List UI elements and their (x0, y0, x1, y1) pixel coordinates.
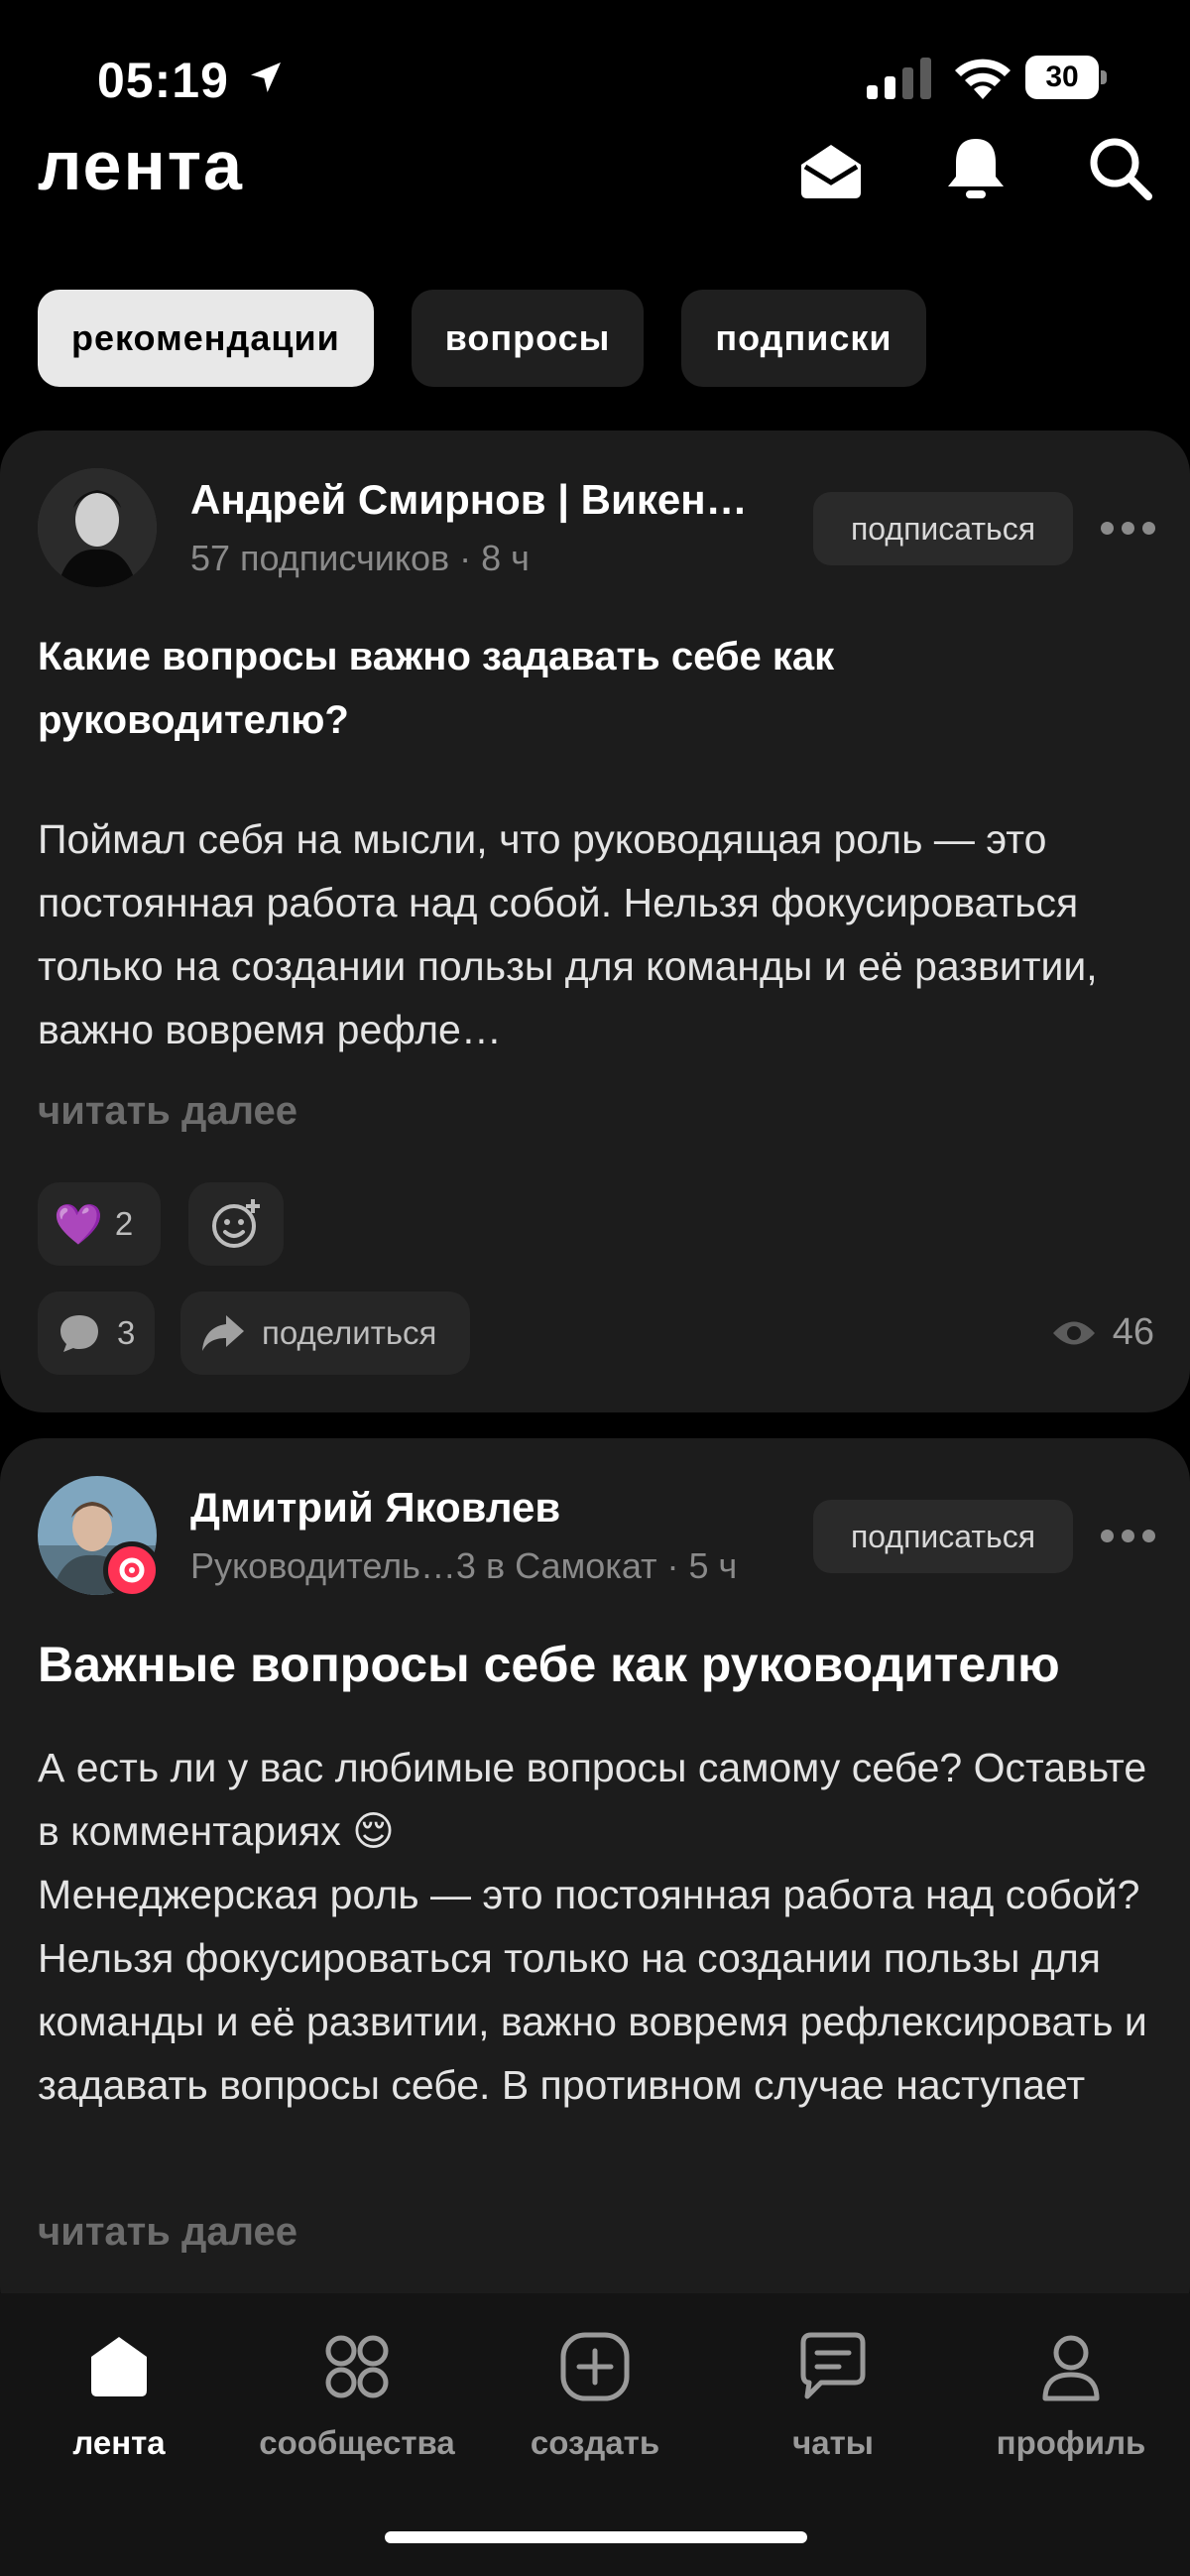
more-icon[interactable] (1101, 1527, 1156, 1546)
post-author[interactable]: Дмитрий Яковлев (190, 1484, 560, 1532)
comments-count: 3 (117, 1314, 136, 1351)
post-meta: Руководитель…3 в Самокат · 5 ч (190, 1545, 738, 1586)
location-arrow-icon (251, 62, 281, 92)
battery-level: 30 (1025, 56, 1099, 99)
avatar[interactable] (38, 1476, 161, 1599)
comment-icon (60, 1315, 98, 1352)
cellular-signal-icon (867, 58, 931, 99)
nav-item-communities[interactable]: сообщества (238, 2329, 476, 2462)
reaction-pill[interactable]: 💜 2 (38, 1182, 161, 1266)
post-card[interactable]: Дмитрий Яковлев Руководитель…3 в Самокат… (0, 1438, 1190, 2331)
tab-recommendations[interactable]: рекомендации (38, 290, 374, 387)
nav-item-create[interactable]: создать (476, 2329, 714, 2462)
more-icon[interactable] (1101, 519, 1156, 539)
post-author[interactable]: Андрей Смирнов | Викен… (190, 476, 748, 524)
status-time: 05:19 (97, 53, 229, 108)
share-button[interactable]: поделиться (180, 1291, 470, 1375)
chat-icon (800, 2332, 866, 2399)
wifi-icon (955, 59, 1011, 99)
plus-square-icon (560, 2332, 630, 2401)
grid-icon (325, 2335, 389, 2398)
nav-label-chats: чаты (792, 2424, 874, 2461)
comments-button[interactable]: 3 (38, 1291, 155, 1375)
share-label: поделиться (262, 1314, 437, 1351)
eye-icon (1052, 1321, 1095, 1344)
battery-cap (1101, 70, 1107, 84)
search-icon[interactable] (1087, 135, 1154, 202)
nav-label-communities: сообщества (259, 2424, 455, 2461)
share-icon (202, 1315, 244, 1351)
nav-item-chats[interactable]: чаты (714, 2329, 952, 2462)
home-indicator (385, 2531, 807, 2543)
post-meta: 57 подписчиков · 8 ч (190, 538, 530, 578)
nav-item-feed[interactable]: лента (0, 2329, 238, 2462)
post-title[interactable]: Важные вопросы себе как руководителю (38, 1633, 1148, 1696)
mail-icon[interactable] (797, 135, 865, 202)
subscribe-button[interactable]: подписаться (813, 492, 1073, 565)
tab-subscriptions[interactable]: подписки (681, 290, 926, 387)
tab-questions[interactable]: вопросы (411, 290, 645, 387)
post-title[interactable]: Какие вопросы важно задавать себе как ру… (38, 625, 1148, 752)
post-card[interactable]: Андрей Смирнов | Викен… 57 подписчиков ·… (0, 430, 1190, 1412)
views-count: 46 (1112, 1311, 1154, 1353)
subscribe-button[interactable]: подписаться (813, 1500, 1073, 1573)
nav-label-create: создать (530, 2424, 660, 2461)
nav-label-feed: лента (72, 2424, 166, 2461)
reaction-count: 2 (114, 1205, 134, 1242)
page-title: лента (38, 127, 244, 204)
reaction-emoji: 💜 (54, 1202, 103, 1247)
nav-label-profile: профиль (996, 2424, 1146, 2461)
person-icon (1042, 2335, 1100, 2401)
bell-icon[interactable] (942, 135, 1010, 202)
feed-tabs: рекомендации вопросы подписки (38, 290, 926, 387)
nav-item-profile[interactable]: профиль (952, 2329, 1190, 2462)
home-icon (91, 2337, 147, 2396)
read-more-link[interactable]: читать далее (38, 2210, 298, 2255)
add-reaction-icon (212, 1199, 260, 1248)
post-body: Поймал себя на мысли, что руководящая ро… (38, 816, 1098, 1052)
read-more-link[interactable]: читать далее (38, 1089, 298, 1134)
add-reaction-button[interactable] (188, 1182, 284, 1266)
post-body: А есть ли у вас любимые вопросы самому с… (38, 1745, 1147, 2108)
community-badge-icon (103, 1541, 161, 1599)
avatar-photo (38, 468, 157, 587)
avatar[interactable] (38, 468, 157, 587)
battery-indicator: 30 (1025, 56, 1109, 101)
views-counter: 46 (1051, 1311, 1154, 1354)
